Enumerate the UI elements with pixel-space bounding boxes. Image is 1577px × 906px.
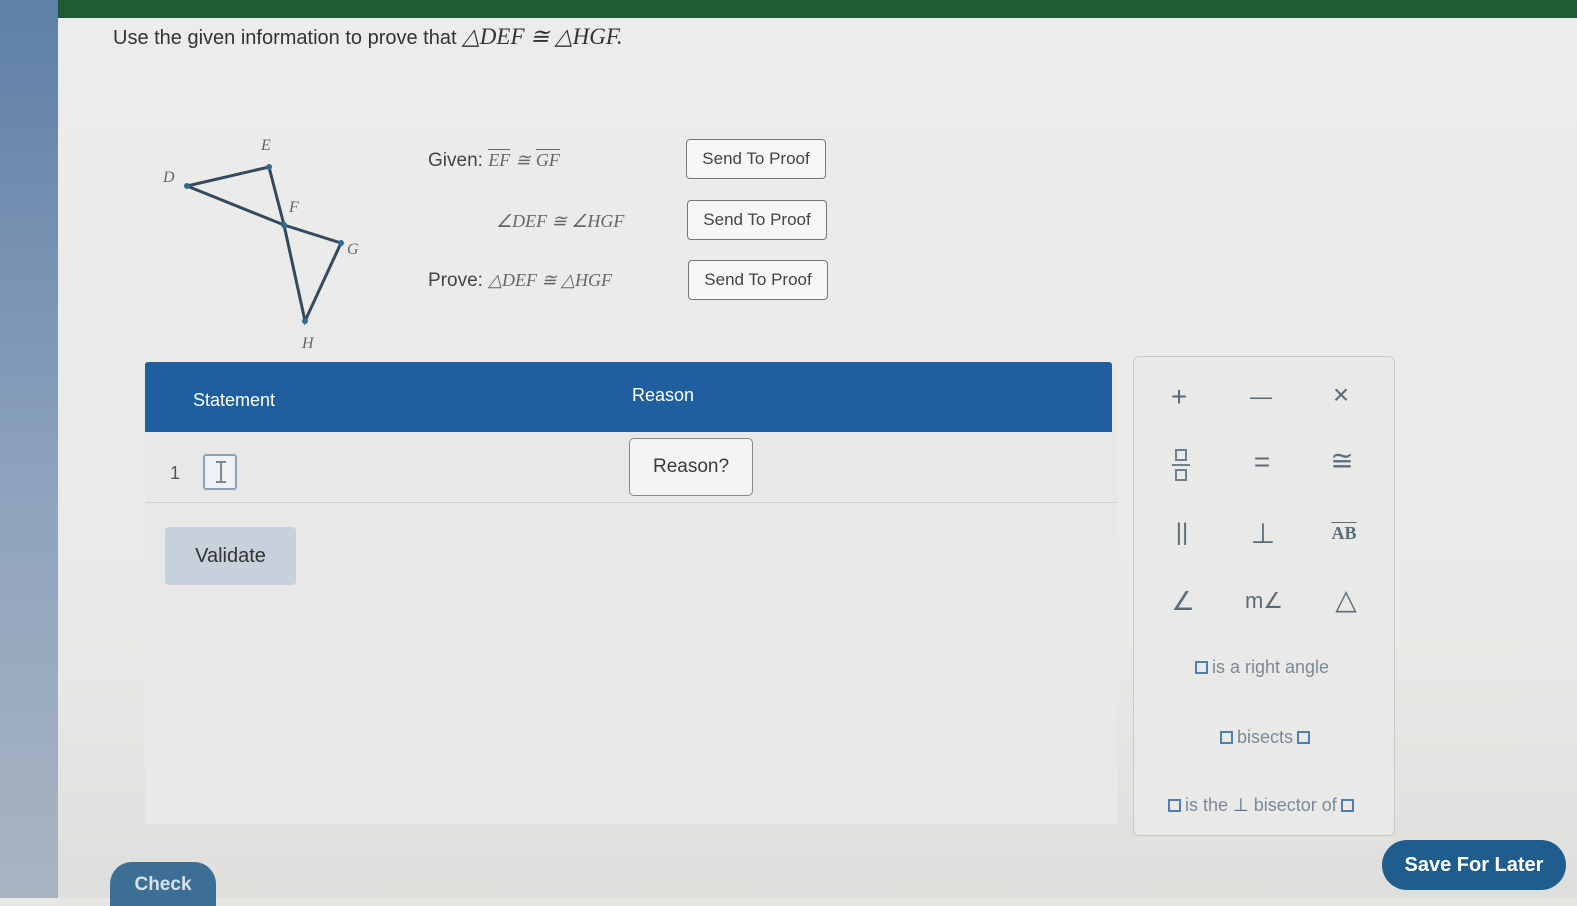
label-e: E [260,137,271,154]
bisects-phrase-text: bisects [1237,727,1294,747]
reason-column-header: Reason [632,385,695,405]
segment-button[interactable]: AB [1316,511,1372,555]
point-g [338,240,344,246]
blank-box-icon [1340,799,1354,812]
point-f [281,222,287,228]
given-2-row: ∠DEF ≅ ∠HGF [496,211,624,233]
blank-box-icon [1168,799,1181,812]
prove-row: Prove: △DEF ≅ △HGF [428,270,612,292]
segment-icon: AB [1331,522,1357,543]
blank-box-icon [1297,731,1311,744]
prove-label: Prove: [428,270,483,291]
given-1-segment-ef: EF [488,150,511,170]
blank-box-icon [1220,731,1233,744]
perpendicular-bisector-phrase-button[interactable]: is the ⊥ bisector of [1164,795,1358,816]
perp-bisector-symbol: ⊥ [1233,795,1249,815]
perp-bisector-rest: bisector of [1253,795,1337,815]
top-bar [58,0,1577,18]
point-e [266,164,272,170]
send-to-proof-button-given-1[interactable]: Send To Proof [686,139,826,179]
given-label: Given: [428,150,483,171]
statement-column-header: Statement [193,390,276,410]
instruction-text: Use the given information to prove that … [113,24,623,50]
row-divider [145,502,1117,503]
prove-statement: △DEF ≅ △HGF [488,270,612,290]
triangle-fgh-lines [282,223,344,326]
proof-table: Statement Reason 1 Reason? Validate [145,362,1117,824]
triangle-def-lines [186,165,286,226]
segment-df [186,184,285,227]
row-number: 1 [170,463,181,483]
measure-angle-button[interactable]: m∠ [1236,579,1292,623]
send-to-proof-button-prove[interactable]: Send To Proof [688,260,828,300]
label-h: H [301,335,315,352]
right-angle-phrase-text: is a right angle [1212,657,1330,677]
instruction-triangle-left: △DEF [462,24,525,49]
label-f: F [288,199,299,216]
instruction-triangle-right: △HGF. [554,24,623,49]
point-d [184,183,190,189]
fraction-icon [1172,449,1190,481]
instruction-prefix: Use the given information to prove that [113,27,457,49]
parallel-symbol-button[interactable]: || [1154,511,1210,555]
given-2-statement: ∠DEF ≅ ∠HGF [496,211,625,231]
validate-button[interactable]: Validate [165,527,296,585]
label-g: G [347,241,359,258]
save-for-later-button[interactable]: Save For Later [1382,840,1566,890]
label-d: D [162,169,175,186]
perpendicular-symbol-button[interactable]: ⊥ [1235,511,1291,555]
minus-symbol-button[interactable]: — [1233,375,1289,419]
given-1-congruent: ≅ [515,150,531,170]
given-1-row: Given: EF ≅ GF [428,150,560,172]
given-1-segment-gf: GF [535,150,560,170]
statement-input[interactable] [203,454,237,490]
left-edge-strip [0,0,58,898]
angle-symbol-button[interactable]: ∠ [1155,579,1211,623]
instruction-congruent: ≅ [530,24,550,49]
bisects-phrase-button[interactable]: bisects [1216,727,1314,748]
triangle-symbol-button[interactable]: △ [1318,577,1374,621]
times-symbol-button[interactable]: × [1313,373,1369,417]
symbol-palette: + — × = ≅ || ⊥ AB ∠ m∠ △ is a right angl… [1133,356,1395,836]
send-to-proof-button-given-2[interactable]: Send To Proof [687,200,827,240]
triangle-diagram: D E F G H [162,137,359,352]
plus-symbol-button[interactable]: + [1151,375,1207,419]
blank-box-icon [1195,661,1208,674]
point-h [302,318,308,324]
equals-symbol-button[interactable]: = [1234,440,1290,484]
congruent-symbol-button[interactable]: ≅ [1314,438,1370,482]
perp-bisector-is-the: is the [1185,795,1229,815]
text-cursor-icon [216,461,226,483]
right-angle-phrase-button[interactable]: is a right angle [1191,657,1329,678]
reason-button[interactable]: Reason? [629,438,753,496]
fraction-button[interactable] [1153,443,1209,487]
check-button[interactable]: Check [110,862,216,906]
proof-table-header: Statement Reason [145,362,1112,432]
